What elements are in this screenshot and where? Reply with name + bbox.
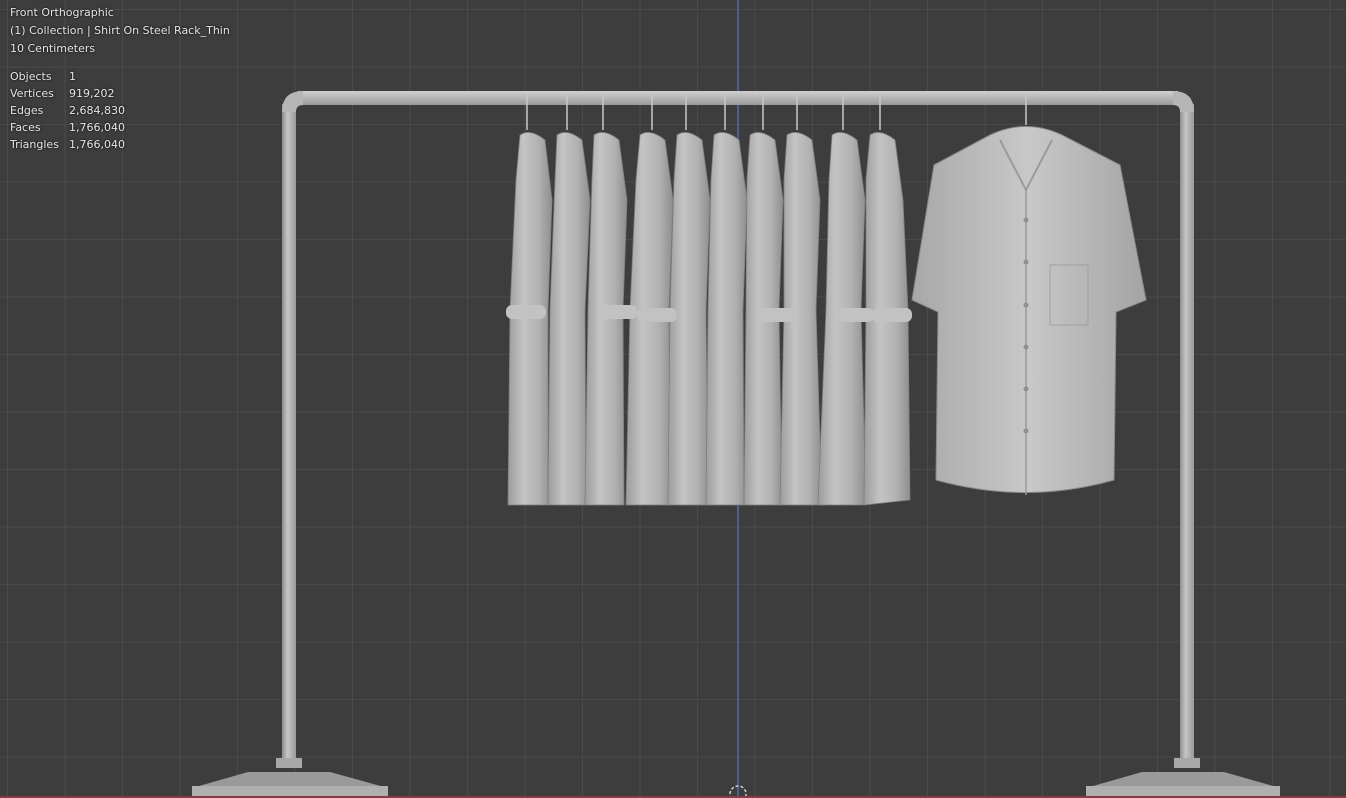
view-name: Front Orthographic [10,6,114,19]
stat-label: Faces [10,121,41,134]
3d-viewport[interactable]: Front Orthographic (1) Collection | Shir… [0,0,1346,798]
stat-value: 1,766,040 [69,121,125,134]
grid-scale-label: 10 Centimeters [10,42,96,55]
stat-value: 1 [69,70,76,83]
stat-label: Edges [10,104,44,117]
collection-label: (1) Collection | Shirt On Steel Rack_Thi… [10,24,230,37]
viewport-text-info: Front Orthographic (1) Collection | Shir… [10,4,230,153]
button-shirt [911,95,1147,495]
scene-statistics: Objects 1 Vertices 919,202 Edges 2,684,8… [10,68,230,153]
stat-value: 2,684,830 [69,104,125,117]
stat-value: 1,766,040 [69,138,125,151]
stat-label: Vertices [10,87,54,100]
stat-label: Objects [10,70,52,83]
hanging-tshirts [506,95,912,506]
stat-value: 919,202 [69,87,115,100]
stat-label: Triangles [10,138,59,151]
